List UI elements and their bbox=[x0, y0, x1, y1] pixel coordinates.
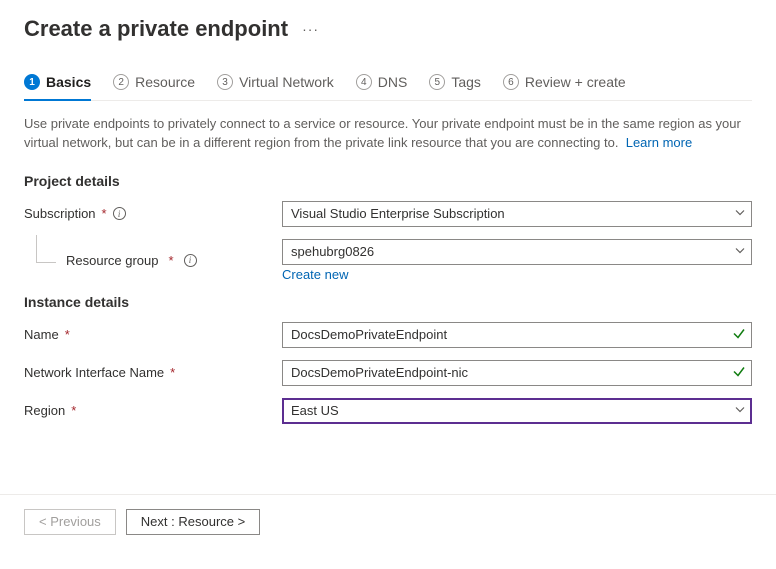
step-number: 4 bbox=[356, 74, 372, 90]
step-number: 3 bbox=[217, 74, 233, 90]
required-indicator: * bbox=[71, 403, 76, 418]
name-label: Name bbox=[24, 327, 59, 342]
subscription-label: Subscription bbox=[24, 206, 96, 221]
region-label: Region bbox=[24, 403, 65, 418]
tab-label: Review + create bbox=[525, 74, 626, 90]
tab-label: Basics bbox=[46, 74, 91, 90]
tab-tags[interactable]: 5 Tags bbox=[429, 68, 481, 100]
create-new-link[interactable]: Create new bbox=[282, 267, 348, 282]
name-input[interactable] bbox=[282, 322, 752, 348]
info-icon[interactable]: i bbox=[184, 254, 197, 267]
region-select[interactable] bbox=[282, 398, 752, 424]
section-instance-details: Instance details bbox=[24, 294, 752, 310]
nic-label: Network Interface Name bbox=[24, 365, 164, 380]
step-number: 6 bbox=[503, 74, 519, 90]
learn-more-link[interactable]: Learn more bbox=[626, 135, 692, 150]
tab-dns[interactable]: 4 DNS bbox=[356, 68, 408, 100]
step-number: 2 bbox=[113, 74, 129, 90]
previous-button: < Previous bbox=[24, 509, 116, 535]
tab-label: Tags bbox=[451, 74, 481, 90]
wizard-footer: < Previous Next : Resource > bbox=[0, 494, 776, 549]
required-indicator: * bbox=[102, 206, 107, 221]
required-indicator: * bbox=[65, 327, 70, 342]
nic-input[interactable] bbox=[282, 360, 752, 386]
tab-label: Resource bbox=[135, 74, 195, 90]
tab-label: Virtual Network bbox=[239, 74, 334, 90]
page-title: Create a private endpoint bbox=[24, 16, 288, 42]
info-icon[interactable]: i bbox=[113, 207, 126, 220]
resource-group-label: Resource group bbox=[66, 253, 159, 268]
required-indicator: * bbox=[169, 253, 174, 268]
step-number: 1 bbox=[24, 74, 40, 90]
subscription-select[interactable] bbox=[282, 201, 752, 227]
section-project-details: Project details bbox=[24, 173, 752, 189]
tab-resource[interactable]: 2 Resource bbox=[113, 68, 195, 100]
more-actions-icon[interactable]: ··· bbox=[302, 21, 319, 37]
tab-label: DNS bbox=[378, 74, 408, 90]
next-button[interactable]: Next : Resource > bbox=[126, 509, 260, 535]
tab-description: Use private endpoints to privately conne… bbox=[24, 115, 752, 153]
required-indicator: * bbox=[170, 365, 175, 380]
tree-connector-icon bbox=[30, 249, 56, 271]
tab-basics[interactable]: 1 Basics bbox=[24, 68, 91, 100]
tab-review-create[interactable]: 6 Review + create bbox=[503, 68, 626, 100]
resource-group-select[interactable] bbox=[282, 239, 752, 265]
wizard-tabs: 1 Basics 2 Resource 3 Virtual Network 4 … bbox=[24, 68, 752, 101]
tab-virtual-network[interactable]: 3 Virtual Network bbox=[217, 68, 334, 100]
step-number: 5 bbox=[429, 74, 445, 90]
